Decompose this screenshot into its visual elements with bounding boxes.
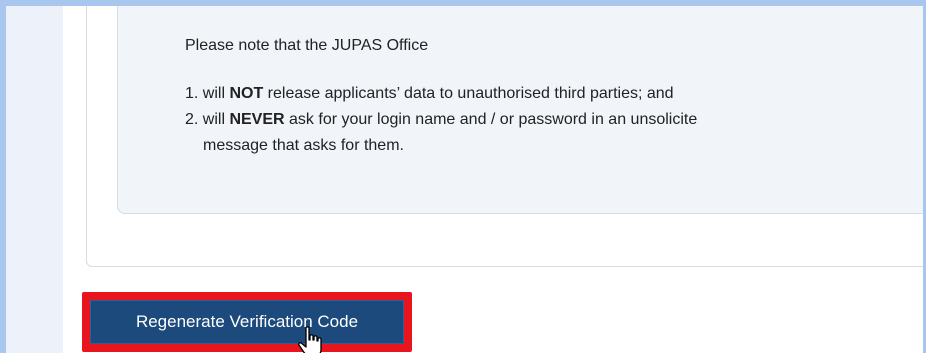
notice-item-1-suffix: release applicants’ data to unauthorised… — [263, 85, 674, 102]
window-left-border — [0, 0, 6, 353]
notice-item-2-suffix: ask for your login name and / or passwor… — [284, 111, 698, 128]
notice-item-2-prefix: 2. will — [185, 111, 230, 128]
page-frame: Please note that the JUPAS Office 1. wil… — [0, 0, 926, 353]
notice-item-2: 2. will NEVER ask for your login name an… — [185, 107, 697, 133]
notice-item-2-continued: message that asks for them. — [203, 137, 404, 154]
left-sidebar-strip — [6, 6, 63, 353]
notice-item-1-prefix: 1. will — [185, 85, 230, 102]
window-top-border — [0, 0, 926, 6]
notice-item-2-emphasis: NEVER — [229, 111, 285, 128]
notice-text: Please note that the JUPAS Office 1. wil… — [185, 33, 697, 159]
hand-pointer-icon — [298, 326, 322, 353]
notice-intro: Please note that the JUPAS Office — [185, 37, 429, 54]
regenerate-verification-code-button[interactable]: Regenerate Verification Code — [90, 300, 404, 344]
notice-item-1-emphasis: NOT — [229, 85, 264, 102]
notice-item-1: 1. will NOT release applicants’ data to … — [185, 81, 697, 107]
